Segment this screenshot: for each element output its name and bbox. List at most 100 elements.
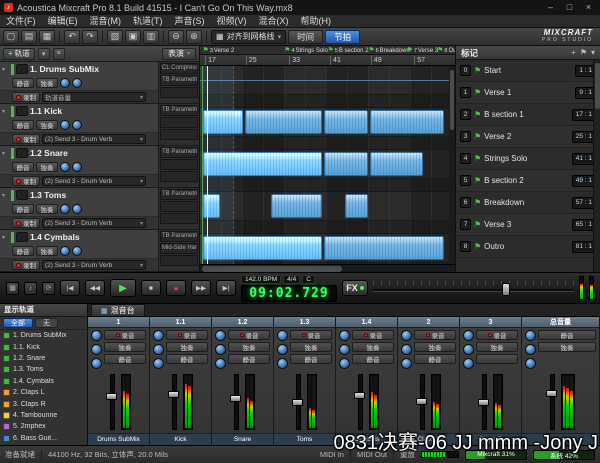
timeline-marker[interactable]: ⚑7Verse 3 <box>407 46 439 55</box>
timeline[interactable]: ⚑3Verse 2 ⚑4Strings Solo ⚑5B section 2 ⚑… <box>200 46 455 272</box>
eq-mid-knob[interactable] <box>463 344 474 355</box>
eq-mid-knob[interactable] <box>277 344 288 355</box>
new-icon[interactable]: ▢ <box>3 30 19 44</box>
volume-fader[interactable] <box>107 374 116 430</box>
volume-fader[interactable] <box>293 374 302 430</box>
lane-kick[interactable] <box>200 108 455 150</box>
fx-slot-empty[interactable] <box>160 213 198 224</box>
metronome-icon[interactable]: ♪ <box>24 282 37 295</box>
arm-button[interactable]: 录制 <box>12 134 40 144</box>
eq-mid-knob[interactable] <box>339 344 350 355</box>
timeline-marker[interactable]: ⚑3Verse 2 <box>203 46 235 55</box>
mute-button[interactable]: 静音 <box>228 354 270 364</box>
eq-low-knob[interactable] <box>463 358 474 369</box>
trim-knob[interactable] <box>72 120 82 130</box>
eq-low-knob[interactable] <box>525 358 536 369</box>
master-fader[interactable] <box>547 374 556 430</box>
list-item[interactable]: 6. Bass Guit... <box>0 433 87 444</box>
eq-mid-knob[interactable] <box>525 344 536 355</box>
automation-selector[interactable]: (2) Send 3 - Drum Verb▾ <box>42 260 146 270</box>
audio-clip[interactable] <box>271 194 322 218</box>
time-display[interactable]: 09:02.729 <box>241 285 337 302</box>
automation-selector[interactable]: 轨道音量▾ <box>42 92 146 102</box>
eq-high-knob[interactable] <box>525 330 536 341</box>
mute-button[interactable]: 静音 <box>12 120 34 130</box>
fx-slot[interactable]: CL Compressor <box>160 63 198 74</box>
eq-low-knob[interactable] <box>215 358 226 369</box>
record-button[interactable]: ● <box>166 280 186 296</box>
fx-slot[interactable]: TB Parametric Eq... <box>160 75 198 86</box>
solo-button[interactable]: 独奏 <box>104 342 146 352</box>
marker-row[interactable]: 5⚑B section 249 : 1 <box>456 170 600 192</box>
track-name[interactable]: 1.2 Snare <box>30 148 68 158</box>
menu-edit[interactable]: 编辑(E) <box>42 15 84 27</box>
record-arm-button[interactable]: 录音 <box>228 330 270 340</box>
menu-help[interactable]: 帮助(H) <box>295 15 338 27</box>
list-item[interactable]: 3. Claps R <box>0 398 87 409</box>
eq-high-knob[interactable] <box>91 330 102 341</box>
record-arm-button[interactable]: 录音 <box>166 330 208 340</box>
lane-drums-submix[interactable] <box>200 66 455 108</box>
list-item[interactable]: 5. 2mphex <box>0 421 87 432</box>
audio-clip[interactable] <box>245 110 323 134</box>
mixer-channel[interactable]: 1.2 录音独奏静音 Snare <box>212 317 274 445</box>
timeline-marker[interactable]: ⚑4Strings Solo <box>284 46 328 55</box>
automation-selector[interactable]: (2) Send 3 - Drum Verb▾ <box>42 134 146 144</box>
track-menu-icon[interactable]: ▾ <box>38 48 50 60</box>
mute-button[interactable]: 静音 <box>12 78 34 88</box>
eq-mid-knob[interactable] <box>401 344 412 355</box>
collapse-icon[interactable]: ▾ <box>2 66 9 73</box>
track-header-toms[interactable]: TB Parametric Eq... ▾ 1.3 Toms 静音 独奏 录制 … <box>0 188 199 230</box>
marker-row[interactable]: 4⚑Strings Solo41 : 1 <box>456 148 600 170</box>
collapse-icon[interactable]: ▾ <box>2 150 9 157</box>
tab-mixer[interactable]: ▦混音台 <box>91 304 145 316</box>
eq-low-knob[interactable] <box>277 358 288 369</box>
save-icon[interactable]: ▦ <box>39 30 55 44</box>
key-display[interactable]: C <box>302 275 315 284</box>
marker-row[interactable]: 6⚑Breakdown57 : 1 <box>456 192 600 214</box>
play-button[interactable]: ▶ <box>110 279 136 297</box>
filter-none-button[interactable]: 无 <box>35 318 58 328</box>
record-arm-button[interactable]: 录音 <box>104 330 146 340</box>
solo-button[interactable]: 独奏 <box>538 342 596 352</box>
go-to-end-button[interactable]: ▶| <box>216 280 236 296</box>
list-item[interactable]: 1.4. Cymbals <box>0 376 87 387</box>
snap-icon[interactable]: ▦ <box>6 282 19 295</box>
audio-clip[interactable] <box>345 194 368 218</box>
solo-button[interactable]: 独奏 <box>290 342 332 352</box>
mixer-channel[interactable]: 1.1 录音独奏静音 Kick <box>150 317 212 445</box>
fx-slot-empty[interactable] <box>160 159 198 170</box>
list-item[interactable]: 1.1. Kick <box>0 341 87 352</box>
solo-button[interactable]: 独奏 <box>36 204 58 214</box>
fx-slot-empty[interactable] <box>160 171 198 182</box>
record-arm-button[interactable]: 录音 <box>290 330 332 340</box>
eq-high-knob[interactable] <box>153 330 164 341</box>
track-list-icon[interactable]: ≡ <box>53 48 65 60</box>
cut-icon[interactable]: ▧ <box>107 30 123 44</box>
mute-button[interactable]: 静音 <box>414 354 456 364</box>
fast-forward-button[interactable]: ▶▶ <box>191 280 211 296</box>
audio-clip[interactable] <box>324 152 369 176</box>
marker-row[interactable]: 0⚑Start1 : 1 <box>456 60 600 82</box>
eq-low-knob[interactable] <box>153 358 164 369</box>
menu-sound[interactable]: 声音(S) <box>169 15 211 27</box>
mixer-channel[interactable]: 1.3 录音独奏静音 Toms <box>274 317 336 445</box>
eq-low-knob[interactable] <box>401 358 412 369</box>
volume-fader[interactable] <box>355 374 364 430</box>
volume-fader[interactable] <box>479 374 488 430</box>
slider-handle[interactable] <box>502 283 510 296</box>
flag-icon[interactable]: ⚑ <box>580 48 587 57</box>
track-header-drums-submix[interactable]: CL Compressor TB Parametric Eq... ▾ 1. D… <box>0 62 199 104</box>
perform-button[interactable]: 表演 ▾ <box>162 48 196 60</box>
mute-button[interactable]: 静音 <box>12 162 34 172</box>
measure-ruler[interactable]: 17 25 33 41 49 57 <box>200 55 455 66</box>
mute-button[interactable]: 静音 <box>12 246 34 256</box>
fx-slot[interactable]: TB Parametric Eq... <box>160 231 198 242</box>
add-track-button[interactable]: + 轨道 <box>3 48 35 60</box>
solo-button[interactable]: 独奏 <box>36 246 58 256</box>
minimize-button[interactable]: – <box>543 0 558 15</box>
record-arm-button[interactable]: 录音 <box>476 330 518 340</box>
timeline-marker[interactable]: ⚑6Breakdown <box>368 46 409 55</box>
copy-icon[interactable]: ▣ <box>125 30 141 44</box>
arm-button[interactable]: 录制 <box>12 176 40 186</box>
